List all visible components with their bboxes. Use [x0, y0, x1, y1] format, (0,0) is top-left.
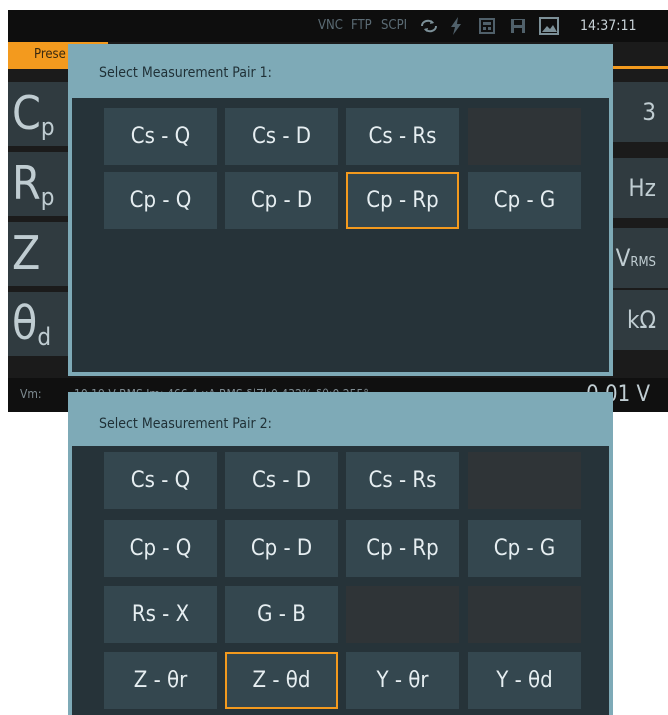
clock: 14:37:11	[580, 18, 637, 34]
empty-slot	[346, 586, 459, 643]
save-icon	[508, 17, 528, 35]
pair1-cs-d-button[interactable]: Cs - D	[225, 108, 338, 165]
sync-icon	[418, 17, 440, 35]
pair2-y-theta-r-button[interactable]: Y - θr	[346, 652, 459, 709]
dialog-body: Cs - Q Cs - D Cs - Rs Cp - Q Cp - D Cp -…	[72, 98, 609, 372]
param-unit-vrms: VRMS	[608, 228, 668, 288]
pair2-cs-rs-button[interactable]: Cs - Rs	[346, 452, 459, 509]
scpi-indicator: SCPI	[381, 18, 408, 33]
param-unit-hz: Hz	[608, 158, 668, 218]
ftp-indicator: FTP	[351, 18, 372, 33]
empty-slot	[468, 586, 581, 643]
dialog-title: Select Measurement Pair 1:	[72, 48, 609, 98]
pair1-cp-q-button[interactable]: Cp - Q	[104, 172, 217, 229]
pair2-cp-g-button[interactable]: Cp - G	[468, 520, 581, 577]
calculator-icon	[477, 17, 497, 35]
measurement-pair-1-dialog: Select Measurement Pair 1: Cs - Q Cs - D…	[68, 44, 613, 376]
pair2-cp-q-button[interactable]: Cp - Q	[104, 520, 217, 577]
dialog-body: Cs - Q Cs - D Cs - Rs Cp - Q Cp - D Cp -…	[72, 446, 609, 715]
pair2-g-b-button[interactable]: G - B	[225, 586, 338, 643]
pair1-cs-q-button[interactable]: Cs - Q	[104, 108, 217, 165]
pair1-cp-rp-button[interactable]: Cp - Rp	[346, 172, 459, 229]
empty-slot	[468, 108, 581, 165]
pair2-rs-x-button[interactable]: Rs - X	[104, 586, 217, 643]
pair2-z-theta-r-button[interactable]: Z - θr	[104, 652, 217, 709]
vnc-indicator: VNC	[318, 18, 343, 33]
pair1-cp-g-button[interactable]: Cp - G	[468, 172, 581, 229]
dialog-title: Select Measurement Pair 2:	[72, 396, 609, 446]
pair1-cp-d-button[interactable]: Cp - D	[225, 172, 338, 229]
pair2-cp-d-button[interactable]: Cp - D	[225, 520, 338, 577]
param-unit-1: 3	[608, 82, 668, 142]
empty-slot	[468, 452, 581, 509]
pair2-cp-rp-button[interactable]: Cp - Rp	[346, 520, 459, 577]
param-unit-kohm: kΩ	[608, 290, 668, 350]
lightning-icon	[448, 17, 464, 35]
measurement-pair-2-dialog: Select Measurement Pair 2: Cs - Q Cs - D…	[68, 392, 613, 715]
screenshot-icon	[538, 17, 560, 35]
pair1-cs-rs-button[interactable]: Cs - Rs	[346, 108, 459, 165]
pair2-z-theta-d-button[interactable]: Z - θd	[225, 652, 338, 709]
vm-label: Vm:	[20, 387, 42, 401]
pair2-y-theta-d-button[interactable]: Y - θd	[468, 652, 581, 709]
status-bar: VNC FTP SCPI 14:37:11	[8, 10, 668, 42]
pair2-cs-q-button[interactable]: Cs - Q	[104, 452, 217, 509]
pair2-cs-d-button[interactable]: Cs - D	[225, 452, 338, 509]
